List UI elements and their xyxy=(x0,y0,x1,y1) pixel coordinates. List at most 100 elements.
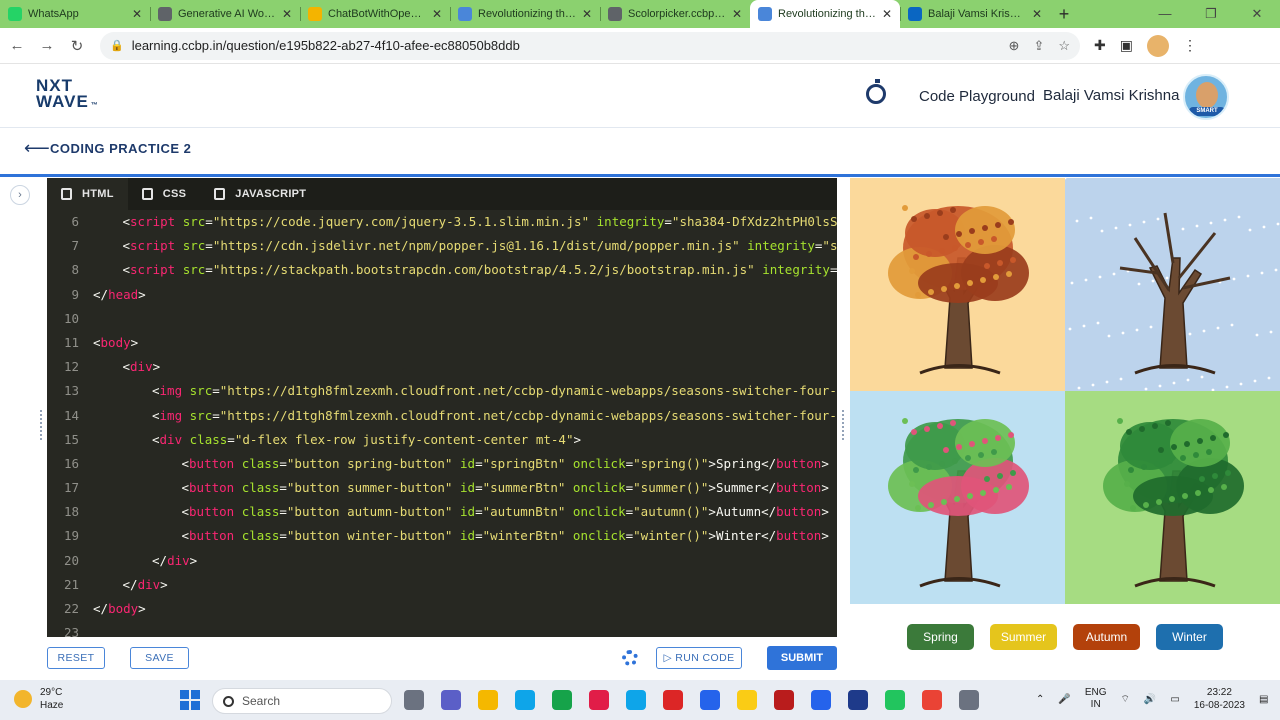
code-token: > xyxy=(708,455,716,471)
taskbar-app-icon[interactable] xyxy=(811,690,831,710)
windows-start-icon[interactable] xyxy=(180,690,200,710)
code-line: 15 <div class="d-flex flex-row justify-co… xyxy=(47,428,837,452)
tab-close-icon[interactable]: ✕ xyxy=(432,7,442,21)
tab-close-icon[interactable]: ✕ xyxy=(732,7,742,21)
lock-icon[interactable]: 🔒 xyxy=(110,39,124,52)
run-code-button[interactable]: ▷ RUN CODE xyxy=(656,647,742,669)
volume-icon[interactable]: 🔊 xyxy=(1144,694,1156,705)
settings-gear-icon[interactable] xyxy=(622,650,638,666)
browser-tab[interactable]: Revolutionizing the Jo ✕ xyxy=(450,0,600,28)
tab-title: Revolutionizing the Jo xyxy=(478,8,576,20)
tab-close-icon[interactable]: ✕ xyxy=(132,7,142,21)
code-editor[interactable]: HTML CSS JAVASCRIPT 6 <script src="https://… xyxy=(47,178,837,637)
code-playground-link[interactable]: Code Playground xyxy=(919,88,1035,105)
code-token: onclick xyxy=(572,504,626,520)
save-button[interactable]: SAVE xyxy=(130,647,189,669)
language-indicator[interactable]: ENG IN xyxy=(1085,687,1107,711)
share-icon[interactable]: ⇪ xyxy=(1033,38,1044,54)
code-token: < xyxy=(152,431,160,447)
microphone-icon[interactable]: 🎤 xyxy=(1058,694,1070,705)
reset-button[interactable]: RESET xyxy=(47,647,105,669)
taskbar-search-input[interactable]: Search xyxy=(212,688,392,714)
right-resize-handle[interactable] xyxy=(842,410,844,440)
minimize-icon[interactable]: — xyxy=(1142,0,1188,28)
taskbar-app-icon[interactable] xyxy=(737,690,757,710)
taskbar-app-icon[interactable] xyxy=(404,690,424,710)
user-avatar[interactable]: SMART xyxy=(1183,74,1229,120)
restore-icon[interactable]: ❐ xyxy=(1188,0,1234,28)
code-token: < xyxy=(181,480,190,496)
editor-tab-css[interactable]: CSS xyxy=(128,178,201,210)
tab-close-icon[interactable]: ✕ xyxy=(882,7,892,21)
taskbar-app-icon[interactable] xyxy=(885,690,905,710)
code-token: script xyxy=(130,214,176,229)
taskbar-app-icon[interactable] xyxy=(959,690,979,710)
editor-tab-html[interactable]: HTML xyxy=(47,178,128,210)
user-name[interactable]: Balaji Vamsi Krishna xyxy=(1043,87,1179,104)
url-input[interactable]: 🔒 learning.ccbp.in/question/e195b822-ab2… xyxy=(100,31,1080,60)
taskbar-app-icon[interactable] xyxy=(700,690,720,710)
side-panel-icon[interactable]: ▣ xyxy=(1120,37,1133,54)
taskbar-app-icon[interactable] xyxy=(478,690,498,710)
new-tab-button[interactable]: + xyxy=(1050,0,1078,28)
browser-menu-icon[interactable]: ⋮ xyxy=(1183,37,1197,54)
tab-title: WhatsApp xyxy=(28,8,79,20)
tab-close-icon[interactable]: ✕ xyxy=(282,7,292,21)
tray-chevron-up-icon[interactable]: ⌃ xyxy=(1036,694,1044,705)
wifi-icon[interactable]: ⌔ xyxy=(1121,693,1130,706)
weather-widget[interactable]: 29°C Haze xyxy=(14,686,63,712)
code-token: </ xyxy=(93,601,109,616)
profile-avatar[interactable] xyxy=(1146,34,1169,57)
browser-tab[interactable]: Scolorpicker.ccbp.tec ✕ xyxy=(600,0,750,28)
close-window-icon[interactable]: ✕ xyxy=(1234,0,1280,28)
taskbar-app-icon[interactable] xyxy=(922,690,942,710)
browser-tab[interactable]: Balaji Vamsi Krishna ✕ xyxy=(900,0,1050,28)
autumn-button[interactable]: Autumn xyxy=(1073,624,1140,650)
stopwatch-icon[interactable] xyxy=(866,79,886,104)
code-area[interactable]: 6 <script src="https://code.jquery.com/jq… xyxy=(47,210,837,637)
winter-button[interactable]: Winter xyxy=(1156,624,1223,650)
tab-close-icon[interactable]: ✕ xyxy=(1032,7,1042,21)
code-token: class xyxy=(241,480,280,496)
line-number: 16 xyxy=(63,455,79,471)
taskbar-app-icon[interactable] xyxy=(515,690,535,710)
extensions-puzzle-icon[interactable]: ✚ xyxy=(1094,37,1106,54)
code-token: div xyxy=(130,359,153,375)
submit-button[interactable]: SUBMIT xyxy=(767,646,837,670)
editor-tab-javascript[interactable]: JAVASCRIPT xyxy=(200,178,320,210)
summer-button[interactable]: Summer xyxy=(990,624,1057,650)
battery-icon[interactable]: ▭ xyxy=(1170,694,1179,705)
browser-tab[interactable]: Generative AI Worksh ✕ xyxy=(150,0,300,28)
notification-icon[interactable]: ▤ xyxy=(1259,694,1268,705)
expand-sidebar-chevron-icon[interactable]: › xyxy=(10,185,30,205)
season-image-grid xyxy=(850,178,1280,604)
code-token: integrity xyxy=(762,262,830,278)
forward-icon[interactable]: → xyxy=(34,37,60,54)
left-resize-handle[interactable] xyxy=(40,410,42,440)
tab-favicon-icon xyxy=(8,7,22,21)
install-app-icon[interactable]: ⊕ xyxy=(1009,38,1020,54)
back-arrow-icon[interactable]: ⟵ xyxy=(24,138,50,159)
bookmark-star-icon[interactable]: ☆ xyxy=(1058,38,1070,54)
clock[interactable]: 23:22 16-08-2023 xyxy=(1194,686,1245,712)
taskbar-app-icon[interactable] xyxy=(663,690,683,710)
browser-tab[interactable]: ChatBotWithOpenAI ✕ xyxy=(300,0,450,28)
taskbar-app-icon[interactable] xyxy=(626,690,646,710)
taskbar-app-icon[interactable] xyxy=(774,690,794,710)
taskbar-app-icon[interactable] xyxy=(848,690,868,710)
code-token: id xyxy=(460,504,476,520)
reload-icon[interactable]: ↻ xyxy=(64,37,90,55)
nxtwave-logo[interactable]: NXT WAVE ™ xyxy=(36,77,98,114)
tab-close-icon[interactable]: ✕ xyxy=(582,7,592,21)
taskbar-app-icon[interactable] xyxy=(552,690,572,710)
code-token: < xyxy=(152,407,160,423)
browser-tab[interactable]: Revolutionizing the Jo ✕ xyxy=(750,0,900,28)
taskbar-app-icon[interactable] xyxy=(589,690,609,710)
taskbar-app-icon[interactable] xyxy=(441,690,461,710)
code-token: = xyxy=(625,455,634,471)
code-text: <script src="https://stackpath.bootstrap… xyxy=(93,258,838,282)
spring-button[interactable]: Spring xyxy=(907,624,974,650)
back-icon[interactable]: ← xyxy=(4,37,30,54)
browser-tab[interactable]: WhatsApp ✕ xyxy=(0,0,150,28)
